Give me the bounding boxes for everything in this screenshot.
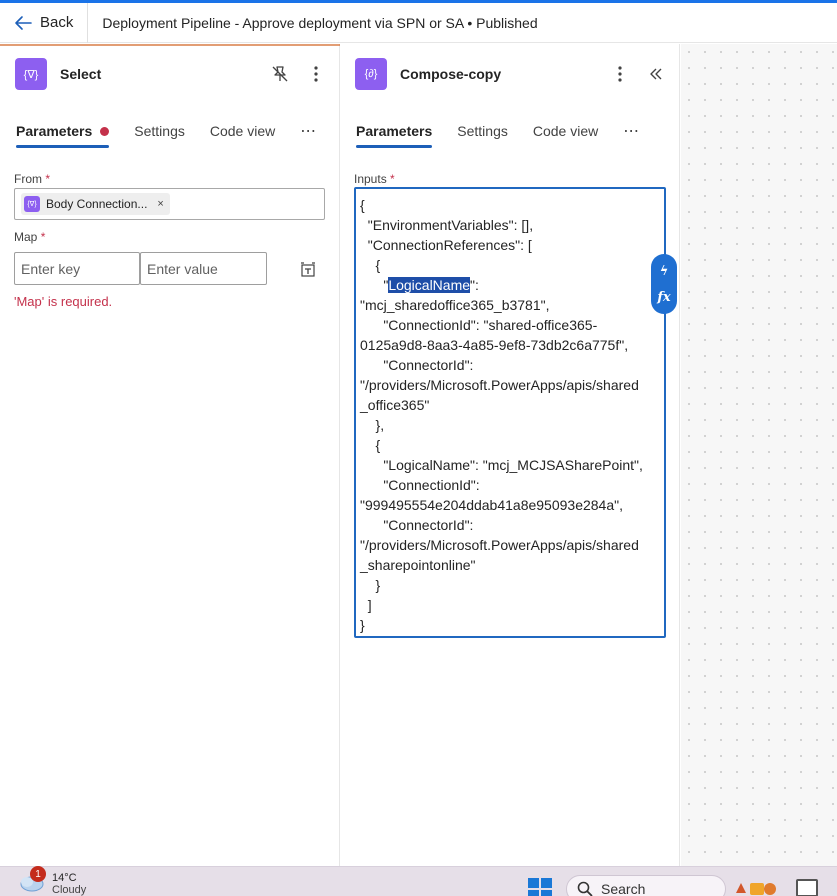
tab-settings[interactable]: Settings — [134, 116, 185, 146]
token-label: Body Connection... — [46, 197, 148, 211]
windows-start-icon[interactable] — [528, 878, 552, 896]
designer-canvas[interactable] — [681, 44, 837, 866]
select-action-panel: {∇} Select Parameters Settings Code view… — [0, 44, 340, 866]
action-name[interactable]: Compose-copy — [400, 66, 501, 82]
code-line: } — [360, 617, 365, 633]
required-marker: * — [40, 230, 46, 244]
code-line: "ConnectorId": — [360, 357, 474, 373]
switch-to-text-mode-icon[interactable] — [297, 259, 319, 281]
map-label-text: Map — [14, 230, 38, 244]
more-options-icon[interactable] — [305, 63, 327, 85]
code-line: } — [360, 577, 381, 593]
back-label: Back — [40, 14, 74, 31]
code-line: 0125a9d8-8aa3-4a85-9ef8-73db2c6a775f", — [360, 337, 629, 353]
code-line: }, — [360, 417, 385, 433]
selected-text: LogicalName — [388, 277, 471, 293]
inputs-editor[interactable]: { "EnvironmentVariables": [], "Connectio… — [354, 187, 666, 638]
code-line: _sharepointonline" — [360, 557, 476, 573]
from-field[interactable]: {∇} Body Connection... × — [14, 188, 325, 220]
tab-parameters[interactable]: Parameters — [356, 116, 433, 148]
tab-code-view[interactable]: Code view — [210, 116, 275, 146]
code-line: { — [360, 437, 381, 453]
code-line: "EnvironmentVariables": [], — [360, 217, 534, 233]
map-error-message: 'Map' is required. — [14, 294, 113, 309]
compose-tabs: Parameters Settings Code view ⋯ — [356, 116, 640, 148]
code-line: "ConnectionReferences": [ — [360, 237, 532, 253]
expression-token-icon: {∇} — [24, 196, 40, 212]
code-fragment: ": — [470, 277, 479, 293]
map-label: Map * — [14, 230, 45, 244]
map-key-input[interactable] — [14, 252, 140, 285]
unpin-icon[interactable] — [269, 63, 291, 85]
more-options-icon[interactable] — [609, 63, 631, 85]
temperature: 14°C — [52, 872, 77, 884]
dynamic-content-icon[interactable]: ϟ — [660, 264, 669, 279]
flow-title: Deployment Pipeline - Approve deployment… — [102, 14, 538, 31]
code-line: "mcj_sharedoffice365_b3781", — [360, 297, 550, 313]
required-marker: * — [390, 172, 395, 186]
map-value-input[interactable] — [140, 252, 267, 285]
select-action-header: {∇} Select — [15, 58, 327, 90]
from-label: From * — [14, 172, 50, 186]
weather-widget[interactable]: 1 14°C Cloudy — [18, 866, 87, 896]
code-line: { — [360, 257, 381, 273]
taskbar-search[interactable]: Search — [566, 875, 726, 896]
code-line: "/providers/Microsoft.PowerApps/apis/sha… — [360, 377, 639, 393]
search-label: Search — [601, 881, 646, 896]
taskbar: 1 14°C Cloudy Search — [0, 866, 837, 896]
code-line: "ConnectorId": — [360, 517, 474, 533]
compose-action-panel: {∂} Compose-copy Parameters Settings Cod… — [340, 44, 680, 866]
action-name[interactable]: Select — [60, 66, 101, 82]
expression-fx-icon[interactable]: fx — [657, 290, 670, 305]
inputs-label-text: Inputs — [354, 172, 387, 186]
compose-icon: {∂} — [355, 58, 387, 90]
code-line: { — [360, 197, 365, 213]
app-header: Back Deployment Pipeline - Approve deplo… — [0, 2, 837, 43]
error-indicator — [100, 126, 110, 136]
tab-label: Parameters — [16, 123, 93, 139]
weather-condition: Cloudy — [52, 884, 87, 896]
autumn-widget-icon[interactable] — [732, 877, 778, 896]
code-line: ] — [360, 597, 372, 613]
code-line: "LogicalName": "mcj_MCJSASharePoint", — [360, 457, 643, 473]
search-icon — [577, 881, 593, 896]
taskbar-app-icon[interactable] — [796, 879, 818, 896]
panel-accent-line — [0, 44, 340, 46]
notification-badge: 1 — [30, 866, 46, 882]
cloud-icon: 1 — [18, 866, 46, 892]
required-marker: * — [45, 172, 51, 186]
dynamic-content-token[interactable]: {∇} Body Connection... × — [21, 193, 170, 215]
from-label-text: From — [14, 172, 42, 186]
insert-tools-pill: ϟ fx — [651, 254, 677, 314]
code-fragment: " — [360, 277, 389, 293]
back-button[interactable]: Back — [0, 3, 87, 43]
code-line: "ConnectionId": — [360, 477, 480, 493]
tab-code-view[interactable]: Code view — [533, 116, 598, 146]
tab-settings[interactable]: Settings — [457, 116, 508, 146]
inputs-label: Inputs * — [354, 172, 395, 186]
collapse-panel-icon[interactable] — [645, 63, 667, 85]
more-tabs-button[interactable]: ⋯ — [623, 121, 640, 141]
tab-parameters[interactable]: Parameters — [16, 116, 110, 148]
data-operation-icon: {∇} — [15, 58, 47, 90]
remove-token-button[interactable]: × — [157, 198, 163, 210]
code-line: "ConnectionId": "shared-office365- — [360, 317, 598, 333]
more-tabs-button[interactable]: ⋯ — [300, 121, 317, 141]
select-tabs: Parameters Settings Code view ⋯ — [16, 116, 317, 148]
code-line: "/providers/Microsoft.PowerApps/apis/sha… — [360, 537, 639, 553]
code-line: _office365" — [360, 397, 430, 413]
code-line: "999495554e204ddab41a8e95093e284a", — [360, 497, 623, 513]
code-line-selected: "LogicalName": — [360, 275, 660, 295]
back-arrow-icon — [15, 15, 32, 30]
compose-action-header: {∂} Compose-copy — [355, 58, 667, 90]
